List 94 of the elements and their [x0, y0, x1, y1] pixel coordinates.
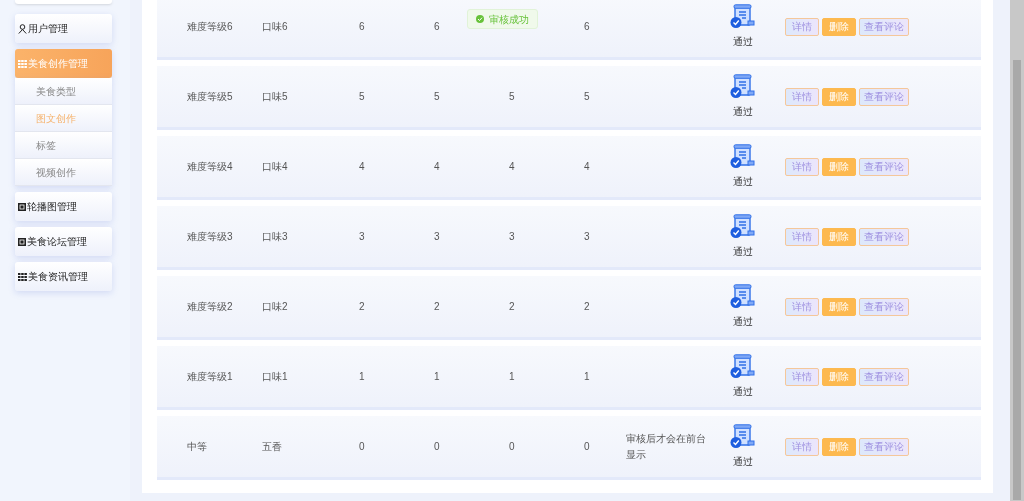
delete-button[interactable]: 删除: [822, 157, 856, 176]
submenu-item[interactable]: 标签: [15, 132, 112, 159]
table-cell: 5: [359, 91, 365, 102]
table-cell: 口味5: [262, 91, 288, 102]
menu-item[interactable]: 轮播图管理: [15, 192, 112, 221]
table-cell: 3: [584, 231, 590, 242]
success-toast: 审核成功: [467, 9, 538, 29]
table-cell: 5: [509, 91, 515, 102]
menu-item[interactable]: 美食资讯管理: [15, 262, 112, 291]
table-cell: 难度等级5: [187, 91, 233, 102]
table-cell: 0: [509, 441, 515, 452]
approved-document-icon: [729, 4, 756, 29]
menu-item[interactable]: 用户管理: [15, 14, 112, 43]
table-cell: 6: [584, 21, 590, 32]
delete-button[interactable]: 删除: [822, 297, 856, 316]
view-comments-button[interactable]: 查看评论: [859, 87, 909, 106]
table-cell: 2: [584, 301, 590, 312]
table-cell: 0: [584, 441, 590, 452]
table-cell: 难度等级1: [187, 371, 233, 382]
menu-item[interactable]: 美食创作管理: [15, 49, 112, 78]
delete-button[interactable]: 删除: [822, 17, 856, 36]
table-cell: 2: [359, 301, 365, 312]
status-text: 通过: [732, 245, 753, 259]
status-text: 通过: [732, 175, 753, 189]
scrollbar[interactable]: [1010, 0, 1024, 501]
table-cell: 0: [359, 441, 365, 452]
grid-icon: [18, 272, 27, 281]
submenu-item[interactable]: 视频创作: [15, 159, 112, 186]
table-cell: 0: [434, 441, 440, 452]
table-cell: 2: [434, 301, 440, 312]
table-cell: 3: [359, 231, 365, 242]
detail-button[interactable]: 详情: [785, 87, 819, 106]
delete-button[interactable]: 删除: [822, 227, 856, 246]
delete-button[interactable]: 删除: [822, 367, 856, 386]
detail-button[interactable]: 详情: [785, 157, 819, 176]
table-cell: 口味3: [262, 231, 288, 242]
view-comments-button[interactable]: 查看评论: [859, 227, 909, 246]
detail-button[interactable]: 详情: [785, 367, 819, 386]
table-cell: 1: [509, 371, 515, 382]
approved-document-icon: [729, 424, 756, 449]
status-text: 通过: [732, 35, 753, 49]
table-cell: 4: [434, 161, 440, 172]
table-cell: 五香: [262, 441, 282, 452]
detail-button[interactable]: 详情: [785, 297, 819, 316]
table-cell: 难度等级6: [187, 21, 233, 32]
menu-item[interactable]: 美食论坛管理: [15, 227, 112, 256]
table-cell: 口味2: [262, 301, 288, 312]
detail-button[interactable]: 详情: [785, 17, 819, 36]
approved-document-icon: [729, 144, 756, 169]
table-cell: 难度等级2: [187, 301, 233, 312]
table-cell: 口味6: [262, 21, 288, 32]
table-cell: 4: [509, 161, 515, 172]
remark-text: 审核后才会在前台显示: [626, 431, 707, 462]
table-cell: 口味1: [262, 371, 288, 382]
view-comments-button[interactable]: 查看评论: [859, 17, 909, 36]
table-cell: 口味4: [262, 161, 288, 172]
table-cell: 6: [434, 21, 440, 32]
view-comments-button[interactable]: 查看评论: [859, 297, 909, 316]
table-cell: 2: [509, 301, 515, 312]
detail-button[interactable]: 详情: [785, 227, 819, 246]
status-text: 通过: [732, 105, 753, 119]
table-cell: 中等: [187, 441, 207, 452]
status-text: 通过: [732, 455, 753, 469]
table-cell: 4: [584, 161, 590, 172]
table-cell: 3: [509, 231, 515, 242]
square-icon: [18, 237, 26, 246]
table-cell: 1: [359, 371, 365, 382]
table-cell: 4: [359, 161, 365, 172]
check-circle-icon: [476, 15, 484, 23]
status-text: 通过: [732, 385, 753, 399]
table-cell: 5: [434, 91, 440, 102]
approved-document-icon: [729, 354, 756, 379]
detail-button[interactable]: 详情: [785, 437, 819, 456]
status-text: 通过: [732, 315, 753, 329]
submenu-item[interactable]: 美食类型: [15, 78, 112, 105]
table-cell: 难度等级4: [187, 161, 233, 172]
approved-document-icon: [729, 284, 756, 309]
submenu-item[interactable]: 图文创作: [15, 105, 112, 132]
grid-icon: [18, 59, 27, 68]
table-cell: 6: [359, 21, 365, 32]
view-comments-button[interactable]: 查看评论: [859, 367, 909, 386]
user-icon: [18, 23, 27, 34]
delete-button[interactable]: 删除: [822, 87, 856, 106]
approved-document-icon: [729, 214, 756, 239]
view-comments-button[interactable]: 查看评论: [859, 157, 909, 176]
table-cell: 3: [434, 231, 440, 242]
approved-document-icon: [729, 74, 756, 99]
square-icon: [18, 202, 26, 211]
view-comments-button[interactable]: 查看评论: [859, 437, 909, 456]
table-cell: 5: [584, 91, 590, 102]
table-cell: 1: [434, 371, 440, 382]
table-cell: 难度等级3: [187, 231, 233, 242]
table-cell: 1: [584, 371, 590, 382]
delete-button[interactable]: 删除: [822, 437, 856, 456]
